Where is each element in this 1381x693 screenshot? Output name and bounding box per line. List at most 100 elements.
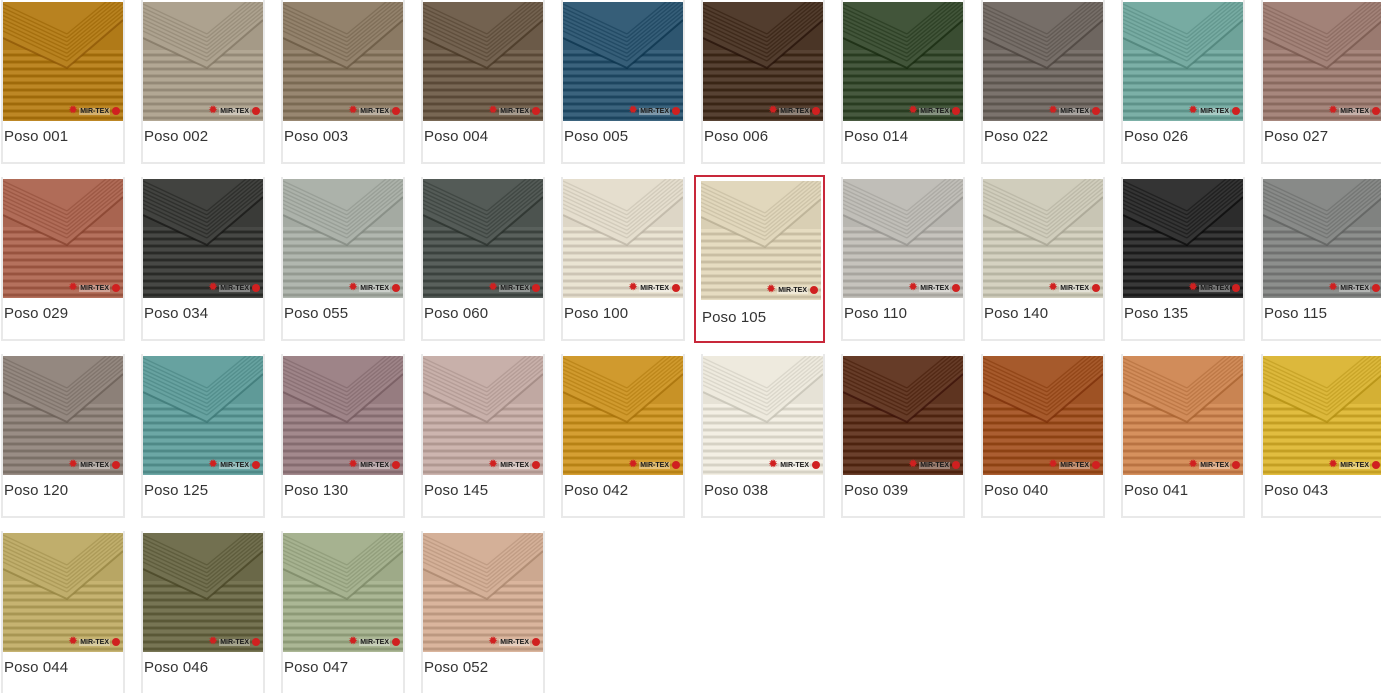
swatch-image[interactable]: ✹ MIR-TEX [563, 2, 683, 121]
swatch-image[interactable]: ✹ MIR-TEX [563, 179, 683, 298]
swatch-card[interactable]: ✹ MIR-TEX Poso 044 [1, 531, 125, 693]
swatch-image[interactable]: ✹ MIR-TEX [143, 356, 263, 475]
swatch-image[interactable]: ✹ MIR-TEX [701, 181, 821, 300]
brand-logo-watermark: ✹ MIR-TEX [1329, 459, 1380, 471]
logo-badge-icon [112, 638, 120, 646]
swatch-image[interactable]: ✹ MIR-TEX [1263, 356, 1381, 475]
swatch-image[interactable]: ✹ MIR-TEX [843, 179, 963, 298]
swatch-image[interactable]: ✹ MIR-TEX [423, 533, 543, 652]
swatch-card[interactable]: ✹ MIR-TEX Poso 046 [141, 531, 265, 693]
logo-badge-icon [672, 461, 680, 469]
swatch-image[interactable]: ✹ MIR-TEX [423, 2, 543, 121]
brand-logo-watermark: ✹ MIR-TEX [209, 105, 260, 117]
swatch-image[interactable]: ✹ MIR-TEX [283, 533, 403, 652]
swatch-image[interactable]: ✹ MIR-TEX [143, 533, 263, 652]
swatch-card[interactable]: ✹ MIR-TEX Poso 140 [981, 177, 1105, 341]
swatch-card[interactable]: ✹ MIR-TEX Poso 034 [141, 177, 265, 341]
swatch-card[interactable]: ✹ MIR-TEX Poso 105 [694, 175, 825, 343]
brand-logo-watermark: ✹ MIR-TEX [1049, 459, 1100, 471]
swatch-card[interactable]: ✹ MIR-TEX Poso 002 [141, 0, 265, 164]
swatch-card[interactable]: ✹ MIR-TEX Poso 130 [281, 354, 405, 518]
brand-logo-watermark: ✹ MIR-TEX [209, 459, 260, 471]
swatch-image[interactable]: ✹ MIR-TEX [1263, 179, 1381, 298]
brand-logo-watermark: ✹ MIR-TEX [909, 105, 960, 117]
fabric-swatch-image [843, 356, 963, 475]
swatch-card[interactable]: ✹ MIR-TEX Poso 052 [421, 531, 545, 693]
swatch-card[interactable]: ✹ MIR-TEX Poso 014 [841, 0, 965, 164]
swatch-image[interactable]: ✹ MIR-TEX [983, 179, 1103, 298]
swatch-image[interactable]: ✹ MIR-TEX [283, 2, 403, 121]
swatch-card[interactable]: ✹ MIR-TEX Poso 004 [421, 0, 545, 164]
swatch-image[interactable]: ✹ MIR-TEX [1123, 2, 1243, 121]
logo-text: MIR-TEX [919, 107, 950, 115]
logo-text: MIR-TEX [359, 107, 390, 115]
fabric-swatch-image [143, 2, 263, 121]
swatch-card[interactable]: ✹ MIR-TEX Poso 060 [421, 177, 545, 341]
fabric-swatch-image [423, 356, 543, 475]
swatch-card[interactable]: ✹ MIR-TEX Poso 041 [1121, 354, 1245, 518]
swatch-card[interactable]: ✹ MIR-TEX Poso 135 [1121, 177, 1245, 341]
brand-logo-watermark: ✹ MIR-TEX [69, 459, 120, 471]
swatch-image[interactable]: ✹ MIR-TEX [143, 2, 263, 121]
swatch-image[interactable]: ✹ MIR-TEX [703, 356, 823, 475]
swatch-card[interactable]: ✹ MIR-TEX Poso 043 [1261, 354, 1381, 518]
brand-logo-watermark: ✹ MIR-TEX [909, 459, 960, 471]
swatch-card[interactable]: ✹ MIR-TEX Poso 100 [561, 177, 685, 341]
swatch-image[interactable]: ✹ MIR-TEX [283, 356, 403, 475]
logo-text: MIR-TEX [359, 284, 390, 292]
swatch-image[interactable]: ✹ MIR-TEX [423, 179, 543, 298]
swatch-card[interactable]: ✹ MIR-TEX Poso 022 [981, 0, 1105, 164]
swatch-card[interactable]: ✹ MIR-TEX Poso 047 [281, 531, 405, 693]
swatch-image[interactable]: ✹ MIR-TEX [423, 356, 543, 475]
swatch-card[interactable]: ✹ MIR-TEX Poso 005 [561, 0, 685, 164]
swatch-name: Poso 046 [144, 659, 209, 676]
swatch-card[interactable]: ✹ MIR-TEX Poso 029 [1, 177, 125, 341]
swatch-image[interactable]: ✹ MIR-TEX [843, 2, 963, 121]
swatch-card[interactable]: ✹ MIR-TEX Poso 125 [141, 354, 265, 518]
swatch-card[interactable]: ✹ MIR-TEX Poso 006 [701, 0, 825, 164]
swatch-name: Poso 135 [1124, 305, 1189, 322]
swatch-image[interactable]: ✹ MIR-TEX [1263, 2, 1381, 121]
swatch-card[interactable]: ✹ MIR-TEX Poso 110 [841, 177, 965, 341]
swatch-name: Poso 041 [1124, 482, 1189, 499]
swatch-image[interactable]: ✹ MIR-TEX [983, 2, 1103, 121]
brand-logo-watermark: ✹ MIR-TEX [769, 105, 820, 117]
swatch-card[interactable]: ✹ MIR-TEX Poso 038 [701, 354, 825, 518]
brand-logo-watermark: ✹ MIR-TEX [489, 105, 540, 117]
swatch-card[interactable]: ✹ MIR-TEX Poso 055 [281, 177, 405, 341]
swatch-card[interactable]: ✹ MIR-TEX Poso 039 [841, 354, 965, 518]
swatch-image[interactable]: ✹ MIR-TEX [283, 179, 403, 298]
fabric-swatch-image [283, 356, 403, 475]
swatch-name: Poso 038 [704, 482, 769, 499]
swatch-image[interactable]: ✹ MIR-TEX [843, 356, 963, 475]
brand-logo-watermark: ✹ MIR-TEX [349, 459, 400, 471]
swatch-image[interactable]: ✹ MIR-TEX [3, 2, 123, 121]
swatch-image[interactable]: ✹ MIR-TEX [143, 179, 263, 298]
swatch-image[interactable]: ✹ MIR-TEX [563, 356, 683, 475]
swatch-card[interactable]: ✹ MIR-TEX Poso 026 [1121, 0, 1245, 164]
swatch-card[interactable]: ✹ MIR-TEX Poso 003 [281, 0, 405, 164]
swatch-name: Poso 014 [844, 128, 909, 145]
swatch-card[interactable]: ✹ MIR-TEX Poso 115 [1261, 177, 1381, 341]
logo-text: MIR-TEX [639, 284, 670, 292]
logo-star-icon: ✹ [1328, 459, 1338, 470]
swatch-card[interactable]: ✹ MIR-TEX Poso 027 [1261, 0, 1381, 164]
swatch-card[interactable]: ✹ MIR-TEX Poso 042 [561, 354, 685, 518]
swatch-card[interactable]: ✹ MIR-TEX Poso 040 [981, 354, 1105, 518]
swatch-card[interactable]: ✹ MIR-TEX Poso 120 [1, 354, 125, 518]
swatch-name: Poso 044 [4, 659, 69, 676]
swatch-name: Poso 115 [1264, 305, 1328, 322]
swatch-image[interactable]: ✹ MIR-TEX [1123, 356, 1243, 475]
brand-logo-watermark: ✹ MIR-TEX [69, 105, 120, 117]
swatch-card[interactable]: ✹ MIR-TEX Poso 001 [1, 0, 125, 164]
logo-text: MIR-TEX [79, 284, 110, 292]
swatch-image[interactable]: ✹ MIR-TEX [3, 533, 123, 652]
swatch-image[interactable]: ✹ MIR-TEX [983, 356, 1103, 475]
logo-star-icon: ✹ [1328, 282, 1338, 293]
swatch-card[interactable]: ✹ MIR-TEX Poso 145 [421, 354, 545, 518]
swatch-image[interactable]: ✹ MIR-TEX [1123, 179, 1243, 298]
swatch-image[interactable]: ✹ MIR-TEX [3, 356, 123, 475]
logo-badge-icon [952, 284, 960, 292]
swatch-image[interactable]: ✹ MIR-TEX [3, 179, 123, 298]
swatch-image[interactable]: ✹ MIR-TEX [703, 2, 823, 121]
